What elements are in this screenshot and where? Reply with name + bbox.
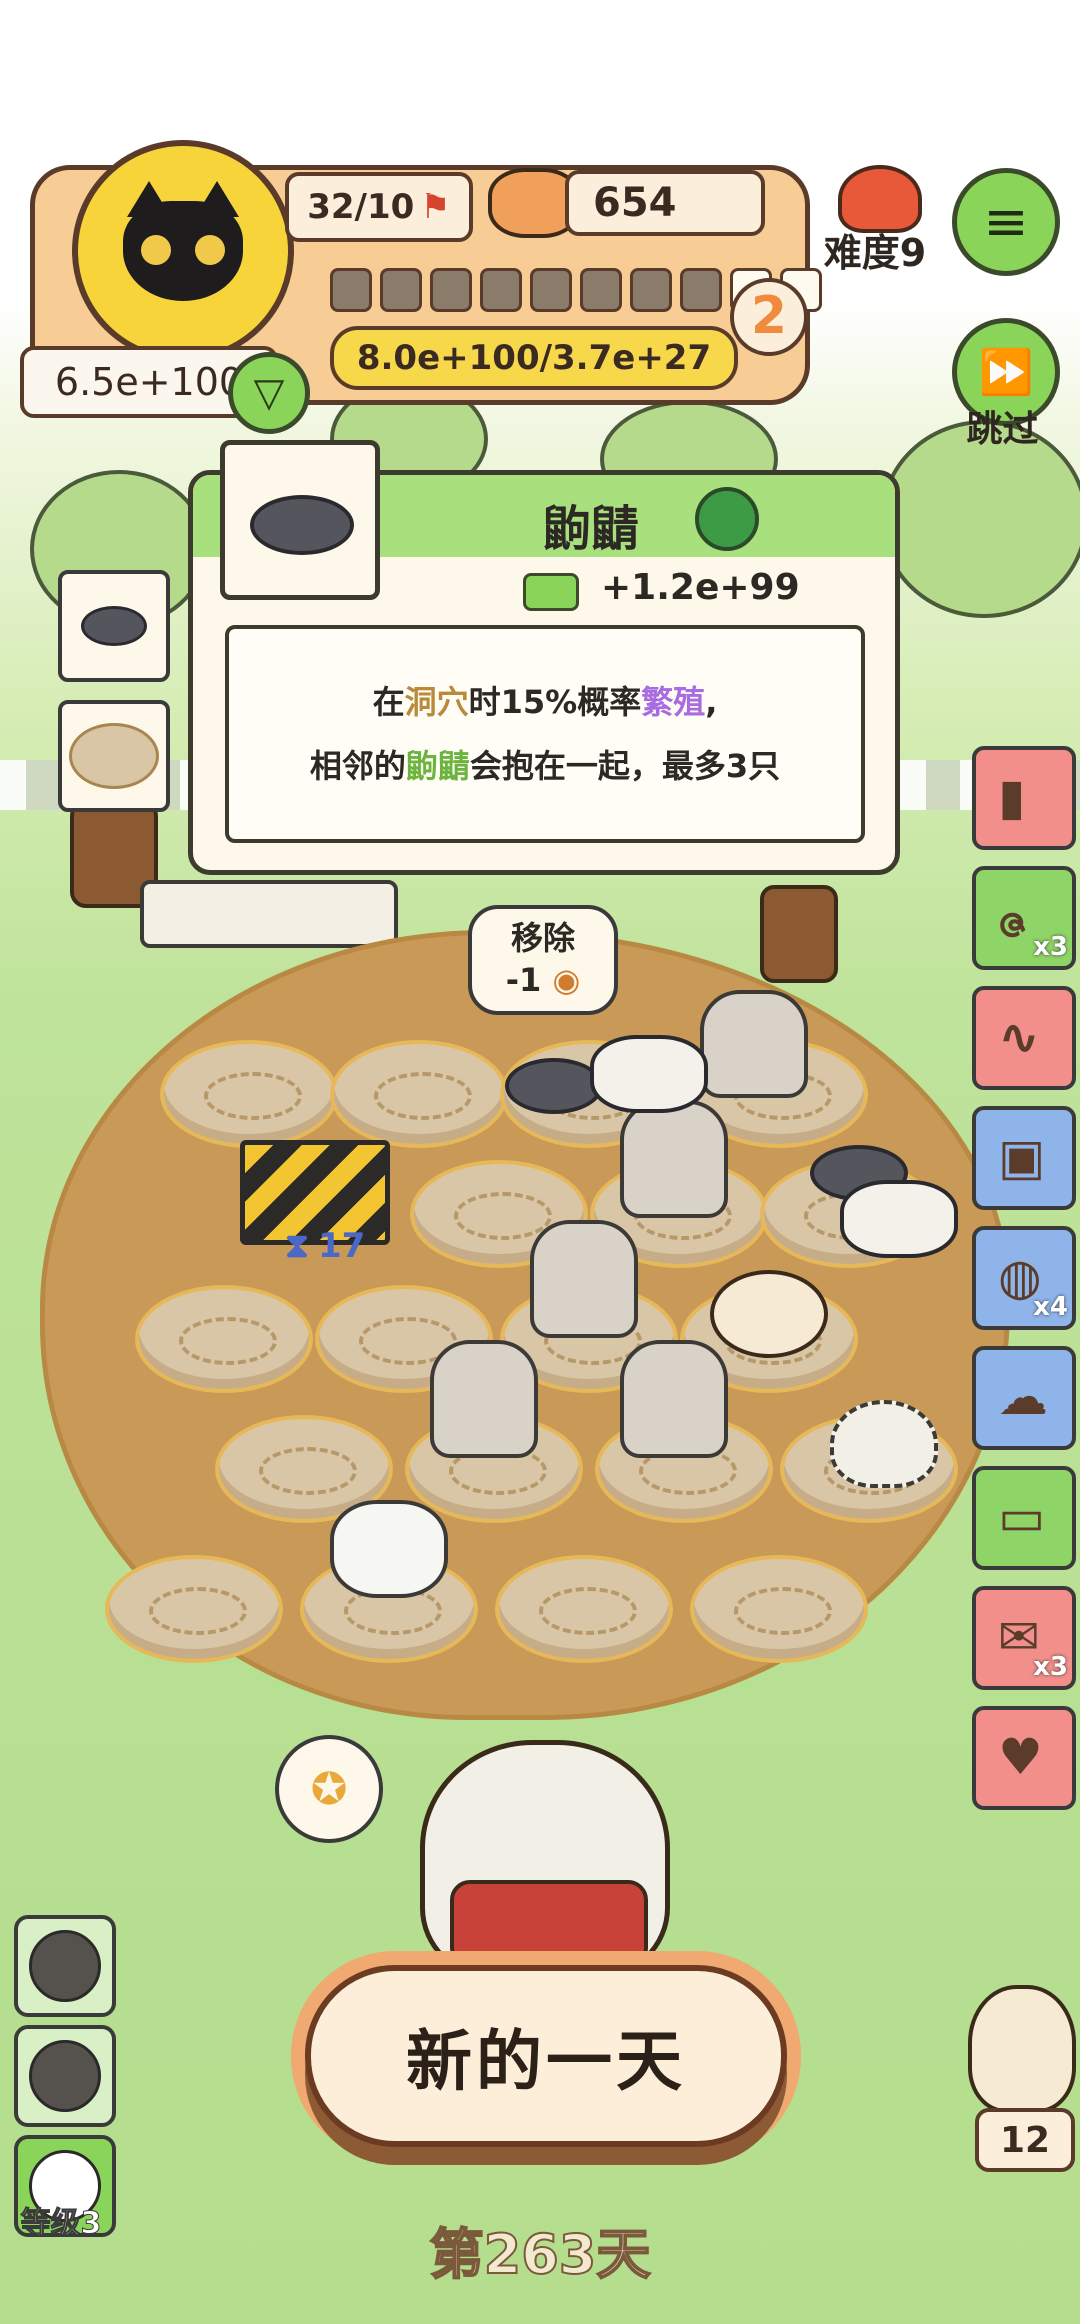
burrow-hole[interactable]	[495, 1555, 673, 1663]
hourglass-icon: ⧗	[285, 1226, 309, 1266]
rope-icon: ∿	[998, 1008, 1040, 1066]
alpaca[interactable]	[620, 1100, 728, 1218]
sack-item[interactable]: ◍ x4	[972, 1226, 1076, 1330]
burrow-icon	[69, 723, 159, 789]
shrew[interactable]	[505, 1058, 603, 1114]
difficulty-label: 难度9	[823, 231, 927, 275]
card-animal-portrait	[220, 440, 380, 600]
progress-cell	[330, 268, 372, 312]
player-avatar[interactable]	[72, 140, 294, 362]
ghost-icon	[29, 1930, 101, 2002]
burrow-thumbnail[interactable]	[58, 700, 170, 812]
menu-icon: ≡	[983, 190, 1029, 253]
alpaca[interactable]	[530, 1220, 638, 1338]
carrot-crate	[140, 880, 398, 948]
desc-line-1: 在洞穴时15%概率繁殖,	[372, 683, 718, 721]
wool-item[interactable]: ☁	[972, 1346, 1076, 1450]
bamboo-icon: ▮	[998, 768, 1026, 826]
shrew-icon	[81, 606, 147, 646]
skip-label: 跳过	[966, 409, 1039, 450]
owl-counter: 12	[975, 2108, 1075, 2172]
worm-icon: ဇ	[998, 890, 1028, 948]
wool-icon: ☁	[998, 1368, 1048, 1426]
remove-label: 移除	[510, 919, 575, 957]
heart-item[interactable]: ♥	[972, 1706, 1076, 1810]
sack-icon: ◍	[998, 1248, 1042, 1306]
barrel	[760, 885, 838, 983]
fortune-cat-robe	[450, 1880, 648, 1968]
shrew-thumbnail[interactable]	[58, 570, 170, 682]
bag-item[interactable]: ▣	[972, 1106, 1076, 1210]
hamster[interactable]	[710, 1270, 828, 1358]
desc-line-2: 相邻的鼩鼱会抱在一起，最多3只	[309, 747, 781, 785]
progress-cell	[530, 268, 572, 312]
cat-eye	[141, 235, 171, 265]
progress-cell	[380, 268, 422, 312]
card-title: 鼩鼱	[543, 501, 640, 557]
hedgehog[interactable]	[830, 1400, 938, 1488]
remove-cost: -1 ◉	[505, 961, 581, 999]
progress-cell	[630, 268, 672, 312]
worm-item[interactable]: ဇ x3	[972, 866, 1076, 970]
cow[interactable]	[840, 1180, 958, 1258]
burrow-hole[interactable]	[690, 1555, 868, 1663]
burrow-hole[interactable]	[330, 1040, 508, 1148]
card-item[interactable]: ▭	[972, 1466, 1076, 1570]
skill-button[interactable]	[14, 1915, 116, 2017]
score-progress: 8.0e+100/3.7e+27	[330, 326, 738, 390]
alpaca[interactable]	[700, 990, 808, 1098]
progress-cell	[430, 268, 472, 312]
coin-icon	[523, 573, 579, 611]
burrow-hole[interactable]	[135, 1285, 313, 1393]
scroll-icon: ✉	[998, 1608, 1040, 1666]
food-bowl-icon: ◉	[552, 961, 581, 999]
fast-forward-icon: ⏩	[978, 347, 1034, 398]
deer[interactable]	[330, 1500, 448, 1598]
level-badge: 2	[730, 278, 808, 356]
cat-eye	[195, 235, 225, 265]
day-counter: 第263天	[429, 2222, 652, 2287]
new-day-button[interactable]: 新的一天	[305, 1965, 787, 2147]
award-icon[interactable]: ✪	[275, 1735, 383, 1843]
cow[interactable]	[590, 1035, 708, 1113]
owl-icon[interactable]	[968, 1985, 1076, 2113]
shrew-icon	[250, 495, 354, 555]
skill-button[interactable]	[14, 2025, 116, 2127]
card-income: +1.2e+99	[601, 567, 800, 608]
progress-cell	[680, 268, 722, 312]
item-count: x3	[1033, 932, 1068, 962]
card-description: 在洞穴时15%概率繁殖, 相邻的鼩鼱会抱在一起，最多3只	[225, 625, 865, 843]
burrow-hole[interactable]	[160, 1040, 338, 1148]
progress-cell	[580, 268, 622, 312]
capacity-display: 32/10 ⚑	[285, 172, 473, 242]
collapse-button[interactable]: ▽	[228, 352, 310, 434]
card-icon: ▭	[998, 1488, 1046, 1546]
burrow-hole[interactable]	[105, 1555, 283, 1663]
bag-icon: ▣	[998, 1128, 1046, 1186]
game-scene: ⧗ 17 移除 -1 ◉ 鼩鼱 +1.2e+99 在洞穴时15%概率繁殖, 相邻…	[0, 0, 1080, 2324]
barrier-timer: 17	[318, 1226, 366, 1266]
menu-button[interactable]: ≡	[952, 168, 1060, 276]
flag-icon: ⚑	[420, 187, 451, 227]
alpaca[interactable]	[430, 1340, 538, 1458]
scroll-item[interactable]: ✉ x3	[972, 1586, 1076, 1690]
bamboo-item[interactable]: ▮	[972, 746, 1076, 850]
progress-cell	[480, 268, 522, 312]
barrier[interactable]	[240, 1140, 390, 1245]
rope-item[interactable]: ∿	[972, 986, 1076, 1090]
food-counter: 654	[565, 170, 765, 236]
chevron-down-icon: ▽	[253, 370, 285, 416]
skill-level-label: 等级3	[20, 2206, 102, 2242]
paw-badge-icon	[695, 487, 759, 551]
heart-icon: ♥	[998, 1728, 1043, 1786]
remove-bubble[interactable]: 移除 -1 ◉	[468, 905, 618, 1015]
alpaca[interactable]	[620, 1340, 728, 1458]
black-cat-icon	[123, 181, 243, 301]
cat-ghost-icon	[29, 2040, 101, 2112]
